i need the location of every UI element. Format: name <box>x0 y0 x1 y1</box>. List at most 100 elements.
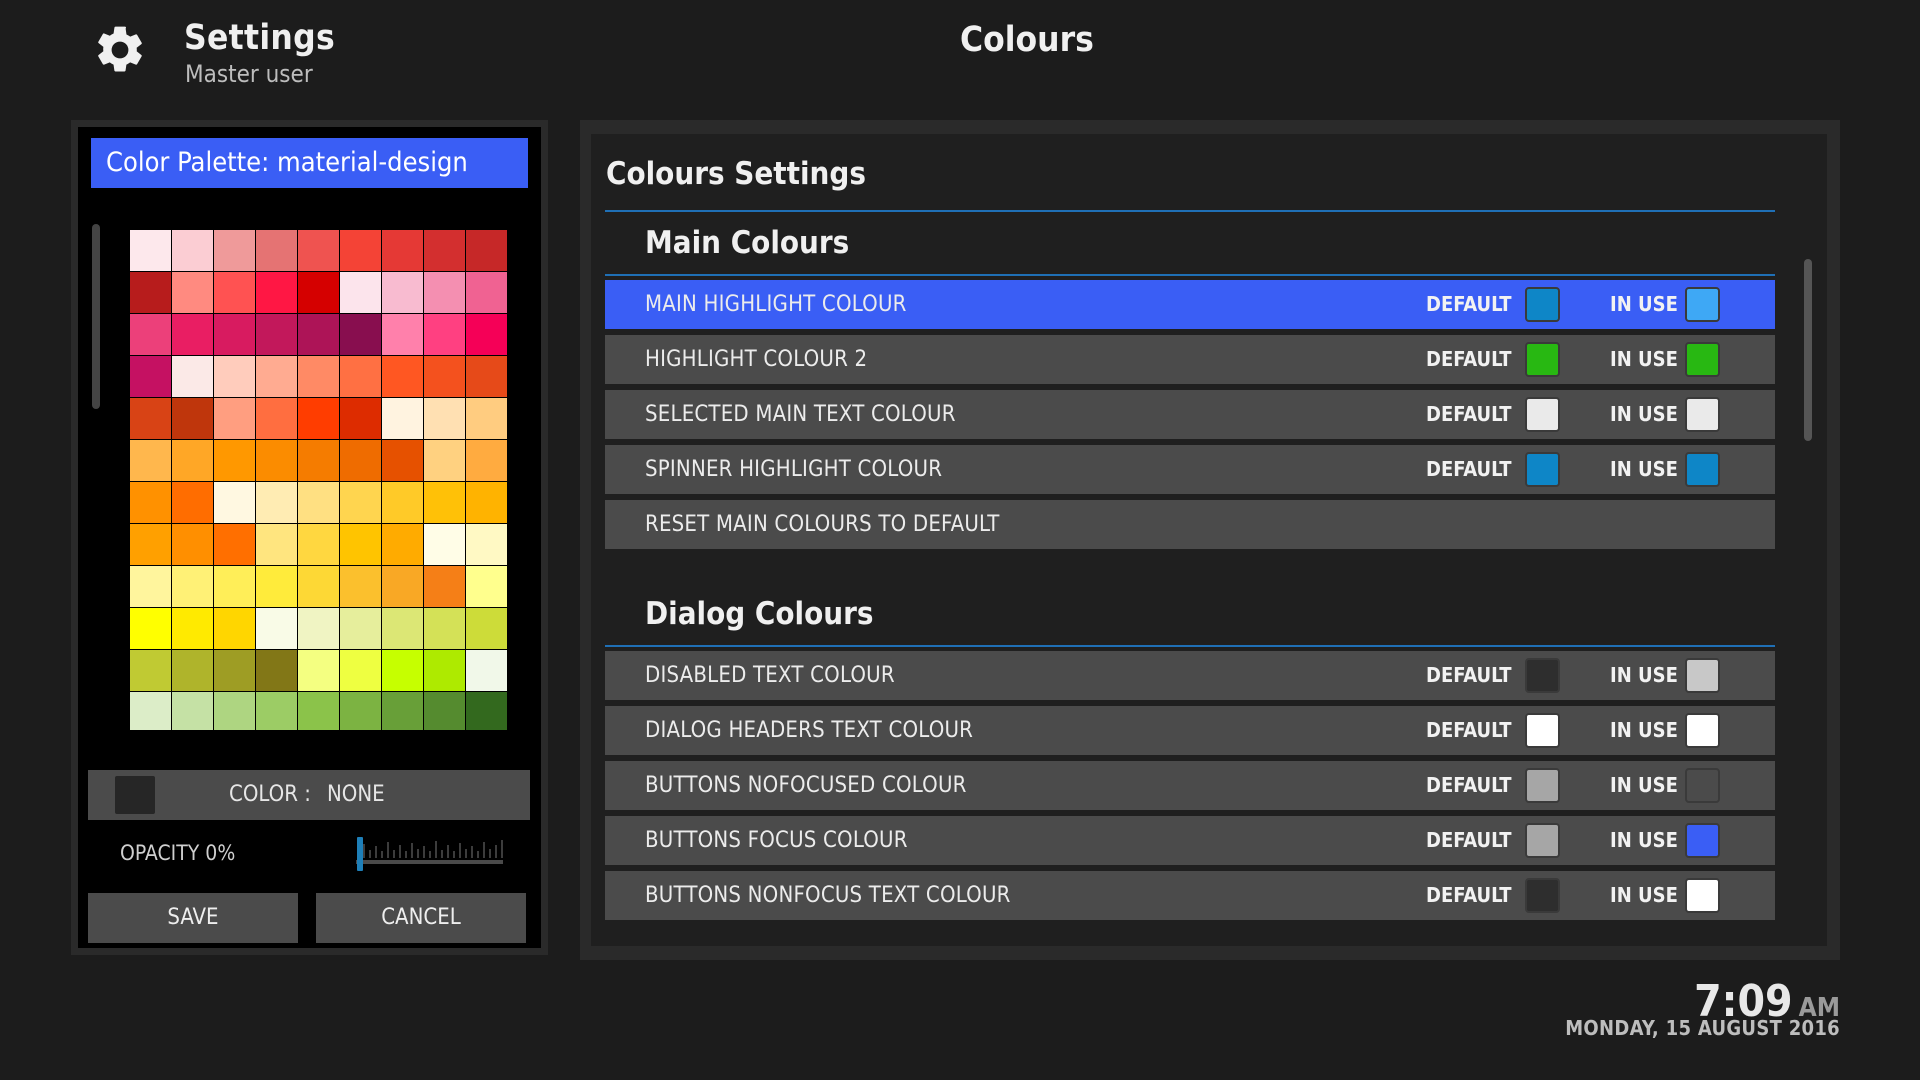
color-swatch[interactable] <box>340 524 381 565</box>
color-swatch[interactable] <box>382 566 423 607</box>
color-swatch[interactable] <box>172 608 213 649</box>
color-swatch[interactable] <box>130 356 171 397</box>
color-swatch[interactable] <box>466 314 507 355</box>
color-swatch[interactable] <box>172 692 213 730</box>
color-swatch[interactable] <box>256 692 297 730</box>
color-swatch[interactable] <box>424 356 465 397</box>
color-swatch[interactable] <box>298 356 339 397</box>
selected-color-row[interactable]: COLOR : NONE <box>88 770 530 820</box>
color-swatch[interactable] <box>382 692 423 730</box>
color-swatch[interactable] <box>382 314 423 355</box>
color-swatch[interactable] <box>298 440 339 481</box>
cancel-button[interactable]: CANCEL <box>316 893 526 943</box>
color-swatch[interactable] <box>214 608 255 649</box>
color-swatch[interactable] <box>214 566 255 607</box>
color-swatch[interactable] <box>214 356 255 397</box>
color-swatch[interactable] <box>298 482 339 523</box>
color-swatch[interactable] <box>172 440 213 481</box>
color-swatch[interactable] <box>340 356 381 397</box>
color-swatch[interactable] <box>214 650 255 691</box>
color-swatch[interactable] <box>298 398 339 439</box>
settings-row[interactable]: BUTTONS FOCUS COLOUR DEFAULT IN USE <box>605 816 1775 865</box>
color-swatch[interactable] <box>256 230 297 271</box>
color-swatch[interactable] <box>298 566 339 607</box>
color-swatch[interactable] <box>382 524 423 565</box>
color-swatch[interactable] <box>256 524 297 565</box>
color-swatch[interactable] <box>466 650 507 691</box>
save-button[interactable]: SAVE <box>88 893 298 943</box>
color-swatch[interactable] <box>256 440 297 481</box>
color-swatch[interactable] <box>340 272 381 313</box>
color-swatch[interactable] <box>340 692 381 730</box>
color-swatch[interactable] <box>466 692 507 730</box>
color-swatch[interactable] <box>172 398 213 439</box>
color-swatch[interactable] <box>214 272 255 313</box>
color-swatch[interactable] <box>340 398 381 439</box>
color-swatch[interactable] <box>424 524 465 565</box>
color-swatch[interactable] <box>466 356 507 397</box>
color-swatch[interactable] <box>298 314 339 355</box>
color-swatch[interactable] <box>130 692 171 730</box>
color-swatch[interactable] <box>382 650 423 691</box>
color-swatch[interactable] <box>424 608 465 649</box>
color-swatch[interactable] <box>382 398 423 439</box>
color-swatch[interactable] <box>172 314 213 355</box>
settings-row[interactable]: SELECTED MAIN TEXT COLOUR DEFAULT IN USE <box>605 390 1775 439</box>
color-swatch[interactable] <box>130 440 171 481</box>
color-swatch[interactable] <box>256 314 297 355</box>
color-swatch[interactable] <box>466 398 507 439</box>
color-swatch[interactable] <box>130 650 171 691</box>
color-swatch[interactable] <box>172 230 213 271</box>
color-swatch[interactable] <box>256 272 297 313</box>
settings-scrollbar[interactable] <box>1804 259 1812 441</box>
color-swatch[interactable] <box>298 272 339 313</box>
color-swatch[interactable] <box>466 566 507 607</box>
settings-row[interactable]: BUTTONS NONFOCUS TEXT COLOUR DEFAULT IN US… <box>605 871 1775 920</box>
color-swatch[interactable] <box>172 482 213 523</box>
color-swatch[interactable] <box>340 230 381 271</box>
color-swatch[interactable] <box>130 608 171 649</box>
color-swatch[interactable] <box>256 356 297 397</box>
color-swatch[interactable] <box>256 398 297 439</box>
color-swatch[interactable] <box>130 398 171 439</box>
color-swatch[interactable] <box>298 608 339 649</box>
color-swatch[interactable] <box>424 482 465 523</box>
color-swatch[interactable] <box>172 356 213 397</box>
color-swatch[interactable] <box>466 230 507 271</box>
color-swatch[interactable] <box>424 272 465 313</box>
color-swatch[interactable] <box>214 692 255 730</box>
color-swatch[interactable] <box>214 482 255 523</box>
settings-row[interactable]: BUTTONS NOFOCUSED COLOUR DEFAULT IN USE <box>605 761 1775 810</box>
color-swatch[interactable] <box>340 314 381 355</box>
color-swatch[interactable] <box>340 650 381 691</box>
color-swatch[interactable] <box>340 608 381 649</box>
color-swatch[interactable] <box>298 692 339 730</box>
color-swatch[interactable] <box>340 482 381 523</box>
color-swatch[interactable] <box>382 440 423 481</box>
settings-row[interactable]: DIALOG HEADERS TEXT COLOUR DEFAULT IN USE <box>605 706 1775 755</box>
color-swatch[interactable] <box>340 440 381 481</box>
color-swatch[interactable] <box>256 566 297 607</box>
opacity-slider-handle[interactable] <box>357 837 363 871</box>
color-swatch[interactable] <box>130 230 171 271</box>
color-swatch[interactable] <box>256 608 297 649</box>
color-swatch[interactable] <box>466 482 507 523</box>
color-swatch[interactable] <box>130 272 171 313</box>
color-swatch[interactable] <box>382 356 423 397</box>
color-swatch[interactable] <box>382 230 423 271</box>
settings-row[interactable]: SPINNER HIGHLIGHT COLOUR DEFAULT IN USE <box>605 445 1775 494</box>
color-swatch[interactable] <box>214 524 255 565</box>
opacity-slider-track[interactable] <box>356 860 503 864</box>
color-swatch[interactable] <box>466 524 507 565</box>
color-swatch[interactable] <box>130 482 171 523</box>
color-swatch[interactable] <box>424 692 465 730</box>
color-swatch[interactable] <box>382 272 423 313</box>
color-swatch[interactable] <box>214 314 255 355</box>
color-swatch[interactable] <box>382 608 423 649</box>
color-swatch[interactable] <box>256 482 297 523</box>
settings-row[interactable]: RESET MAIN COLOURS TO DEFAULT <box>605 500 1775 549</box>
color-swatch[interactable] <box>466 440 507 481</box>
color-swatch[interactable] <box>466 608 507 649</box>
color-swatch[interactable] <box>256 650 297 691</box>
color-swatch[interactable] <box>424 440 465 481</box>
